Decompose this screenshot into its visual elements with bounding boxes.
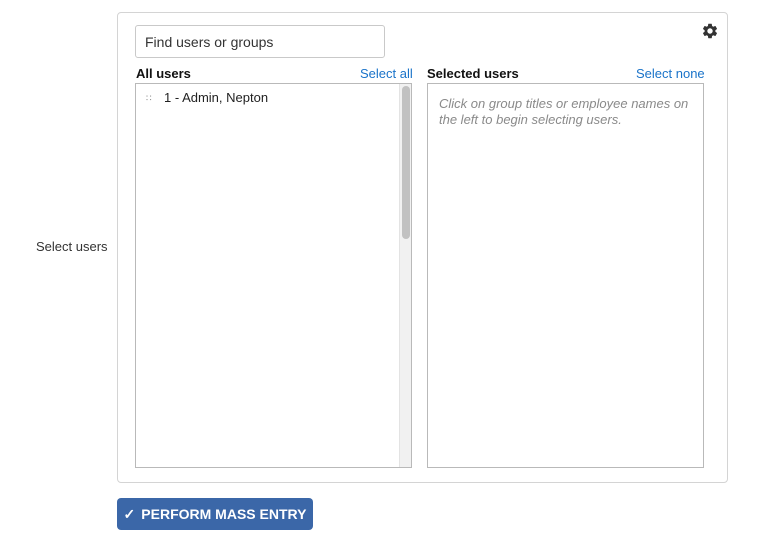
scroll-thumb[interactable]: [402, 86, 410, 239]
perform-mass-entry-label: PERFORM MASS ENTRY: [141, 506, 307, 522]
select-none-link[interactable]: Select none: [636, 66, 705, 82]
all-users-heading: All users: [136, 66, 191, 81]
selected-users-heading: Selected users: [427, 66, 519, 81]
perform-mass-entry-button[interactable]: ✓ PERFORM MASS ENTRY: [117, 498, 313, 530]
select-users-label: Select users: [36, 239, 108, 254]
select-all-link[interactable]: Select all: [360, 66, 413, 82]
user-selector-panel: All users Select all Selected users Sele…: [117, 12, 728, 483]
scrollbar[interactable]: [399, 84, 411, 467]
empty-hint: Click on group titles or employee names …: [439, 96, 689, 127]
search-input[interactable]: [135, 25, 385, 58]
list-item[interactable]: ∷ 1 - Admin, Nepton: [146, 90, 268, 105]
tree-node-icon: ∷: [146, 93, 152, 104]
gear-icon[interactable]: [701, 22, 719, 40]
user-name: 1 - Admin, Nepton: [164, 90, 269, 105]
all-users-list: ∷ 1 - Admin, Nepton: [135, 83, 412, 468]
check-icon: ✓: [123, 505, 136, 522]
selected-users-list: Click on group titles or employee names …: [427, 83, 704, 468]
